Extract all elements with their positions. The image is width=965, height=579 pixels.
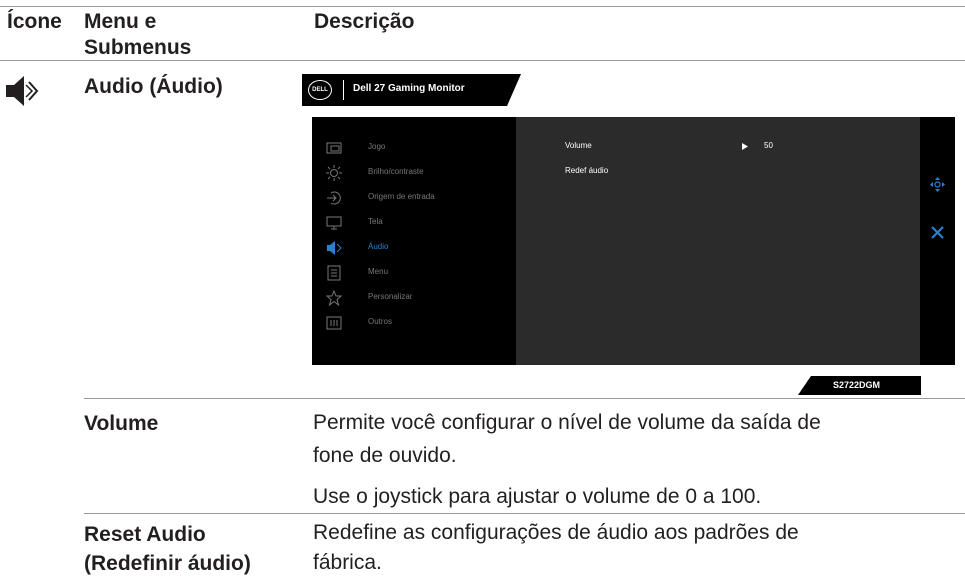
header-separator — [343, 80, 344, 100]
osd-submenu: Volume 50 Redef áudio — [516, 117, 920, 365]
star-icon — [326, 290, 342, 306]
arrow-right-icon — [742, 143, 748, 150]
game-icon — [326, 142, 342, 154]
row-label-reset-2: (Redefinir áudio) — [84, 552, 251, 575]
speaker-icon — [327, 241, 342, 255]
header-bottom-rule — [0, 60, 965, 61]
others-icon — [326, 316, 342, 330]
menu-item-personalizar[interactable]: Personalizar — [312, 286, 516, 311]
osd-title: Dell 27 Gaming Monitor — [353, 83, 465, 94]
input-source-icon — [327, 191, 341, 205]
section-title: Audio (Áudio) — [84, 75, 223, 98]
menu-icon — [327, 265, 341, 281]
osd-header: DELL Dell 27 Gaming Monitor — [302, 74, 521, 106]
row-rule-1 — [84, 398, 965, 399]
header-menu-line1: Menu e — [84, 10, 157, 33]
menu-item-tela[interactable]: Tela — [312, 211, 516, 236]
speaker-icon — [6, 76, 39, 106]
model-name: S2722DGM — [833, 380, 881, 390]
menu-item-label: Menu — [368, 267, 389, 276]
menu-item-brilho[interactable]: Brilho/contraste — [312, 161, 516, 186]
joystick-icon[interactable] — [930, 177, 945, 192]
row-desc-volume-3: Use o joystick para ajustar o volume de … — [313, 485, 762, 508]
menu-item-label: Brilho/contraste — [368, 167, 424, 176]
close-icon[interactable] — [931, 226, 944, 239]
submenu-reset-label[interactable]: Redef áudio — [565, 166, 608, 175]
osd-main-menu: Jogo Brilho/contraste Origem de entrada … — [312, 117, 516, 365]
menu-item-origem[interactable]: Origem de entrada — [312, 186, 516, 211]
menu-item-label: Personalizar — [368, 292, 413, 301]
row-desc-reset-1: Redefine as configurações de áudio aos p… — [313, 521, 799, 544]
menu-item-audio[interactable]: Áudio — [312, 236, 516, 261]
row-label-volume: Volume — [84, 412, 159, 435]
header-description: Descrição — [314, 10, 415, 33]
osd-navigation-strip — [920, 117, 955, 365]
display-icon — [326, 216, 342, 230]
menu-item-menu[interactable]: Menu — [312, 261, 516, 286]
header-icon: Ícone — [7, 10, 62, 33]
model-tag: S2722DGM — [798, 376, 921, 395]
row-rule-2 — [84, 513, 965, 514]
row-label-reset-1: Reset Audio — [84, 523, 206, 546]
dell-logo: DELL — [308, 80, 332, 100]
menu-item-jogo[interactable]: Jogo — [312, 136, 516, 161]
menu-item-outros[interactable]: Outros — [312, 311, 516, 336]
menu-item-label: Origem de entrada — [368, 192, 435, 201]
submenu-volume-label[interactable]: Volume — [565, 141, 592, 150]
menu-item-label: Outros — [368, 317, 393, 326]
header-top-rule — [0, 6, 965, 7]
menu-item-label: Áudio — [368, 242, 389, 251]
row-desc-volume-2: fone de ouvido. — [313, 444, 457, 467]
menu-item-label: Jogo — [368, 142, 386, 151]
header-menu-line2: Submenus — [84, 36, 192, 59]
submenu-volume-value: 50 — [764, 141, 773, 150]
row-desc-volume-1: Permite você configurar o nível de volum… — [313, 411, 821, 434]
row-desc-reset-2: fábrica. — [313, 551, 382, 574]
brightness-icon — [326, 165, 342, 181]
menu-item-label: Tela — [368, 217, 383, 226]
